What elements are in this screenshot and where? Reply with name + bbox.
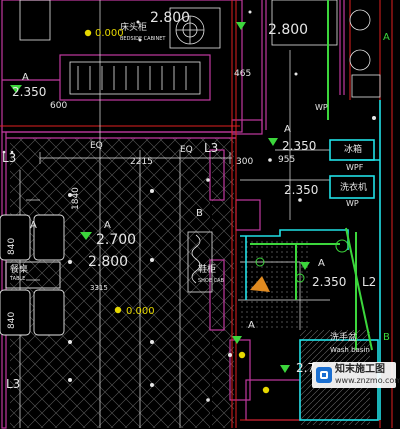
- znzmo-logo-icon: [316, 367, 332, 383]
- l3-mid: L3: [204, 141, 218, 155]
- dim-2215: 2215: [130, 157, 153, 167]
- level-a-mid: 2.350: [282, 139, 316, 153]
- eq-left: EQ: [90, 141, 103, 151]
- letter-a-right: A: [383, 32, 390, 43]
- level-top-left: 2.800: [150, 10, 190, 26]
- cad-drawing-canvas: 床头柜 BEDSIDE CABINET 2.800 2.800 2.350 0.…: [0, 0, 400, 429]
- watermark-badge: 知末施工图 www.znzmo.com: [312, 362, 400, 388]
- cabinet-label: 鞋柜: [198, 263, 216, 275]
- watermark-cn: 知末施工图: [335, 364, 385, 375]
- fridge-label: 冰箱: [344, 143, 362, 155]
- dim-840-a: 840: [7, 238, 17, 255]
- washer-label: 洗衣机: [340, 181, 367, 193]
- dim-955: 955: [278, 155, 295, 165]
- floor-level-top: 0.000: [95, 28, 124, 39]
- l3-bottom: L3: [6, 377, 20, 391]
- level-right-a: 2.350: [312, 275, 346, 289]
- level-mid-b: 2.800: [88, 254, 128, 270]
- fridge-en-label: WPF: [346, 163, 364, 172]
- table-label: 餐桌: [10, 263, 28, 275]
- wardrobe-en-label: BEDSIDE CABINET: [120, 36, 166, 42]
- letter-a-4: A: [248, 320, 255, 331]
- sink-label: 洗手盆: [330, 331, 357, 343]
- dim-3315: 3315: [90, 284, 108, 292]
- sink-en-label: Wash basin: [330, 346, 370, 354]
- watermark-url: www.znzmo.com: [335, 376, 400, 385]
- level-washer: 2.350: [284, 183, 318, 197]
- letter-b-right: B: [383, 332, 390, 343]
- eq-right: EQ: [180, 145, 193, 155]
- washer-en-label: WP: [346, 199, 359, 208]
- floor-level-center: 0.000: [126, 306, 155, 317]
- wardrobe-label: 床头柜: [120, 21, 147, 33]
- dim-300: 300: [236, 157, 253, 167]
- dim-465: 465: [234, 69, 251, 79]
- furniture-top: [19, 0, 381, 98]
- letter-a-6: A: [318, 258, 325, 269]
- l2-right: L2: [362, 275, 376, 289]
- letter-a-5: A: [30, 220, 37, 231]
- letter-a-1: A: [22, 72, 29, 83]
- level-top-right: 2.800: [268, 22, 308, 38]
- cabinet-en-label: SHOE CAB: [198, 278, 225, 284]
- table-en-label: TABLE: [9, 276, 25, 282]
- dim-600: 600: [50, 101, 67, 111]
- letter-a-2: A: [104, 220, 111, 231]
- letter-b: B: [196, 208, 203, 219]
- level-mid-a: 2.700: [96, 232, 136, 248]
- wp-label: WP: [315, 103, 328, 112]
- tile-floor: [240, 240, 310, 330]
- l3-left: L3: [2, 151, 16, 165]
- dim-840-b: 840: [7, 312, 17, 329]
- dim-1840: 1840: [71, 187, 81, 210]
- letter-a-3: A: [284, 124, 291, 135]
- level-a-left: 2.350: [12, 85, 46, 99]
